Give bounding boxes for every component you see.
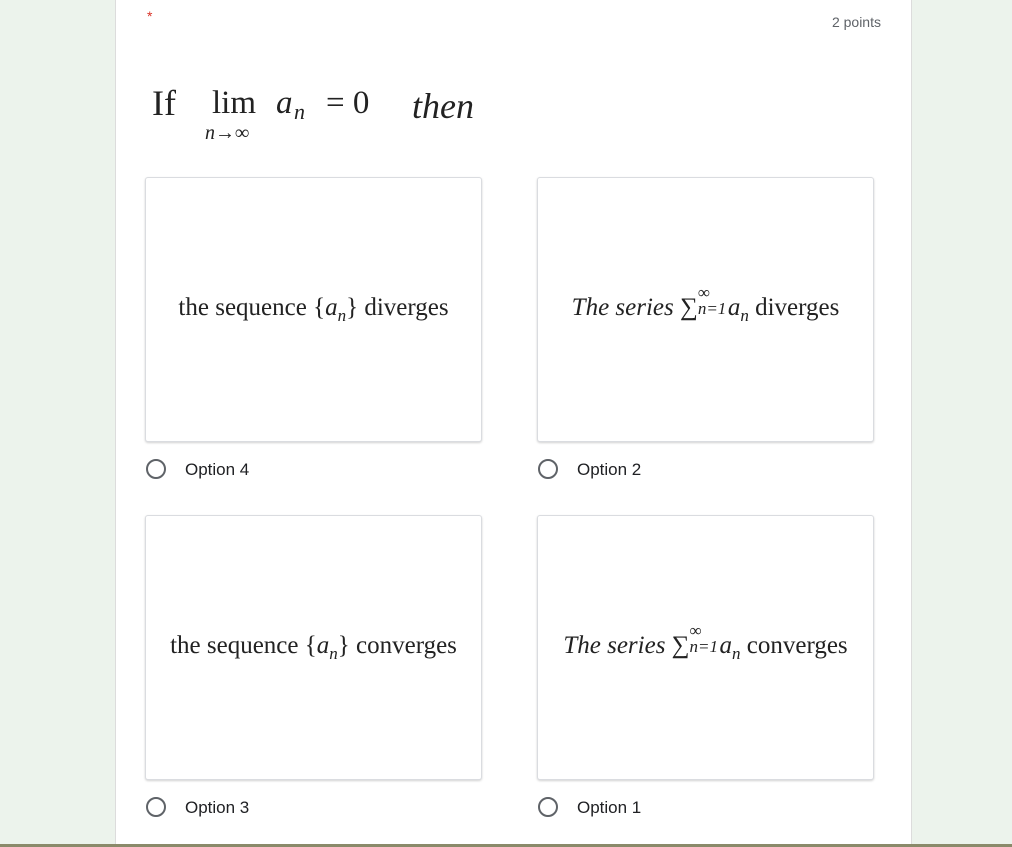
math-brace: } [346, 293, 359, 321]
math-text: diverges [748, 293, 840, 321]
option-4[interactable]: the sequence {an} diverges Option 4 [145, 177, 482, 498]
radio-button[interactable] [538, 797, 558, 817]
option-4-math: the sequence {an} diverges [178, 294, 448, 326]
option-label[interactable]: Option 3 [185, 798, 249, 818]
question-if: If [152, 83, 176, 123]
question-card: * 2 points If lim n→∞ a n = 0 then the s… [115, 0, 912, 845]
math-var: a [727, 293, 741, 321]
option-4-radio-row[interactable]: Option 4 [145, 442, 482, 498]
radio-button[interactable] [146, 797, 166, 817]
math-sub: n [337, 305, 347, 325]
question-equals: = 0 [326, 85, 370, 121]
sigma-symbol: ∑ [671, 631, 690, 659]
math-sub: n [732, 643, 741, 663]
option-label[interactable]: Option 1 [577, 798, 641, 818]
option-1[interactable]: The series ∑ ∞ n=1 an converges Option 1 [537, 515, 874, 836]
math-brace: { [313, 293, 326, 321]
question-limit-subscript: n→∞ [205, 122, 250, 144]
option-3-radio-row[interactable]: Option 3 [145, 780, 482, 836]
question-n: n [294, 99, 305, 124]
math-text: converges [740, 631, 848, 659]
math-brace: } [337, 631, 350, 659]
math-text: the sequence [170, 631, 305, 659]
option-3-math: the sequence {an} converges [170, 632, 457, 664]
option-label[interactable]: Option 4 [185, 460, 249, 480]
option-1-image[interactable]: The series ∑ ∞ n=1 an converges [537, 515, 874, 780]
option-3-image[interactable]: the sequence {an} converges [145, 515, 482, 780]
sum-limits: ∞ n=1 [690, 621, 720, 656]
math-sub: n [329, 643, 338, 663]
option-3[interactable]: the sequence {an} converges Option 3 [145, 515, 482, 836]
points-label: 2 points [831, 14, 881, 30]
sum-limits: ∞ n=1 [698, 283, 728, 318]
option-2-math: The series ∑ ∞ n=1 an diverges [571, 283, 840, 326]
page: * 2 points If lim n→∞ a n = 0 then the s… [0, 0, 1012, 847]
math-sub: n [740, 305, 749, 325]
question-then: then [412, 86, 474, 126]
math-text: diverges [358, 293, 449, 321]
radio-button[interactable] [538, 459, 558, 479]
option-2-radio-row[interactable]: Option 2 [537, 442, 874, 498]
sum-lower: n=1 [689, 636, 718, 656]
math-var: a [316, 631, 330, 659]
required-asterisk: * [147, 8, 153, 24]
option-label[interactable]: Option 2 [577, 460, 641, 480]
question-a: a [276, 85, 293, 121]
math-text: the sequence [178, 293, 314, 321]
option-1-math: The series ∑ ∞ n=1 an converges [563, 621, 848, 664]
question-text: If lim n→∞ a n = 0 then [152, 82, 552, 152]
question-lim: lim [212, 85, 257, 121]
sum-lower: n=1 [697, 298, 727, 318]
math-var: a [325, 293, 338, 321]
math-brace: { [304, 631, 317, 659]
option-2-image[interactable]: The series ∑ ∞ n=1 an diverges [537, 177, 874, 442]
option-1-radio-row[interactable]: Option 1 [537, 780, 874, 836]
math-var: a [719, 631, 733, 659]
math-text: The series [563, 631, 672, 659]
option-4-image[interactable]: the sequence {an} diverges [145, 177, 482, 442]
option-2[interactable]: The series ∑ ∞ n=1 an diverges Option 2 [537, 177, 874, 498]
math-text: converges [349, 631, 457, 659]
radio-button[interactable] [146, 459, 166, 479]
math-text: The series [571, 293, 680, 321]
sigma-symbol: ∑ [680, 293, 698, 321]
